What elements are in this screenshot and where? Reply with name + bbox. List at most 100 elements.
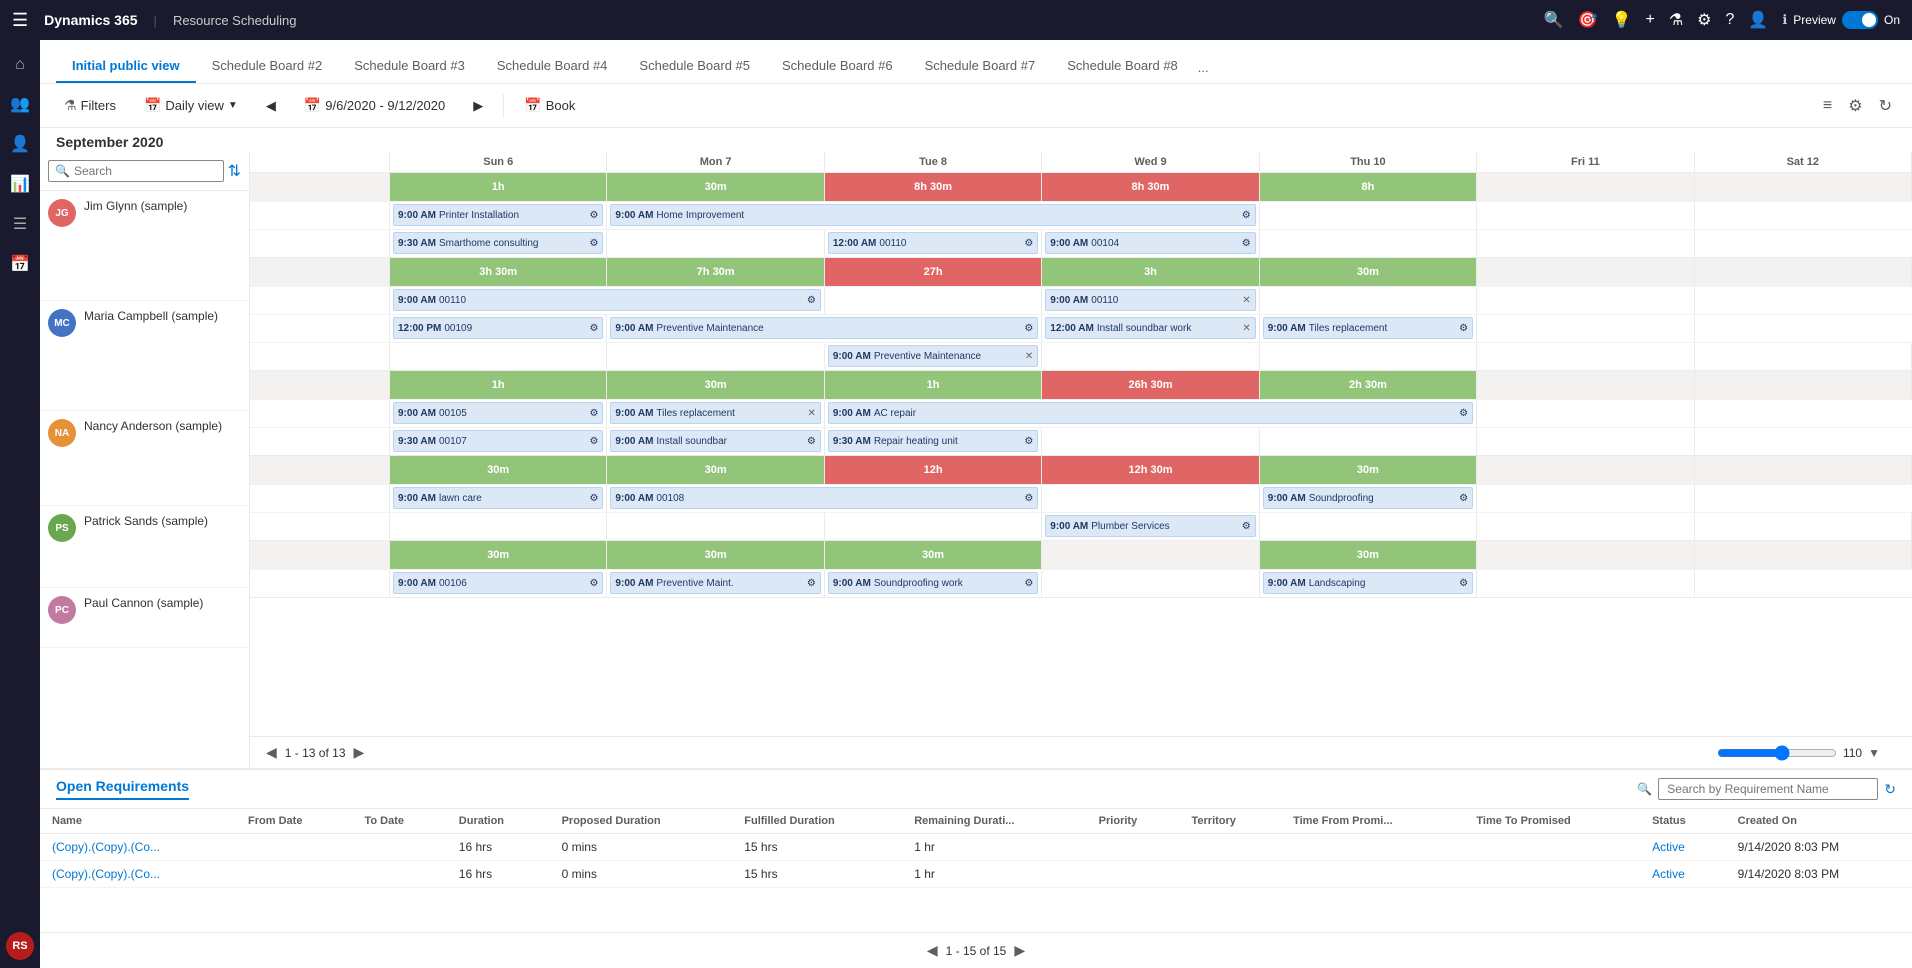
prev-page-btn[interactable]: ◀ (266, 744, 277, 761)
tab-schedule-board-3[interactable]: Schedule Board #3 (338, 50, 481, 83)
req-status-cell: Active (1640, 834, 1726, 861)
jim-00104[interactable]: 9:00 AM00104 ⚙ (1045, 232, 1255, 254)
tab-schedule-board-6[interactable]: Schedule Board #6 (766, 50, 909, 83)
resource-row-nancy[interactable]: NA Nancy Anderson (sample) (40, 411, 249, 506)
bp-next-btn[interactable]: ▶ (1014, 942, 1025, 959)
req-status-link[interactable]: Active (1652, 840, 1685, 854)
close-x-icon-2[interactable]: ✕ (1242, 323, 1250, 334)
patrick-00108[interactable]: 9:00 AM00108 ⚙ (610, 487, 1038, 509)
maria-00110-x[interactable]: 9:00 AM00110 ✕ (1045, 289, 1255, 311)
resource-row-patrick[interactable]: PS Patrick Sands (sample) (40, 506, 249, 588)
hamburger-icon[interactable]: ☰ (12, 10, 28, 31)
nancy-repair-heating[interactable]: 9:30 AMRepair heating unit ⚙ (828, 430, 1038, 452)
close-x-icon-4[interactable]: ✕ (807, 408, 815, 419)
resource-row-paul[interactable]: PC Paul Cannon (sample) (40, 588, 249, 648)
maria-00110-long[interactable]: 9:00 AM00110 ⚙ (393, 289, 821, 311)
daily-view-button[interactable]: 📅 Daily view ▼ (136, 93, 246, 118)
help-icon[interactable]: ? (1726, 11, 1735, 29)
jim-smarthome[interactable]: 9:30 AMSmarthome consulting ⚙ (393, 232, 603, 254)
nancy-ac-repair[interactable]: 9:00 AMAC repair ⚙ (828, 402, 1473, 424)
sidebar-list-icon[interactable]: ☰ (0, 206, 40, 242)
filter-icon[interactable]: ⚗ (1669, 10, 1683, 30)
resource-row-jim[interactable]: JG Jim Glynn (sample) (40, 191, 249, 301)
module-label: Resource Scheduling (173, 13, 297, 28)
jim-home-improvement[interactable]: 9:00 AMHome Improvement ⚙ (610, 204, 1255, 226)
jim-appt-row-2: 9:30 AMSmarthome consulting ⚙ 12:00 AM00… (250, 229, 1912, 257)
sidebar-calendar-icon[interactable]: 📅 (0, 246, 40, 282)
col-time-to: Time To Promised (1464, 809, 1640, 834)
jim-printer-install[interactable]: 9:00 AMPrinter Installation ⚙ (393, 204, 603, 226)
maria-00109[interactable]: 12:00 PM00109 ⚙ (393, 317, 603, 339)
tab-more[interactable]: ... (1194, 52, 1213, 83)
paul-soundproofing[interactable]: 9:00 AMSoundproofing work ⚙ (828, 572, 1038, 594)
appt-icon-m2: ⚙ (589, 323, 598, 334)
nancy-tiles-x[interactable]: 9:00 AMTiles replacement ✕ (610, 402, 820, 424)
tab-schedule-board-4[interactable]: Schedule Board #4 (481, 50, 624, 83)
book-icon: 📅 (524, 97, 541, 114)
close-x-icon-3[interactable]: ✕ (1025, 351, 1033, 362)
req-name-link[interactable]: (Copy).(Copy).(Co... (52, 840, 160, 854)
req-status-link[interactable]: Active (1652, 867, 1685, 881)
search-icon[interactable]: 🔍 (1544, 10, 1564, 30)
refresh-icon[interactable]: ↻ (1875, 92, 1896, 120)
req-search-input[interactable] (1658, 778, 1878, 800)
filters-button[interactable]: ⚗ Filters (56, 93, 124, 118)
close-x-icon[interactable]: ✕ (1242, 295, 1250, 306)
zoom-slider[interactable] (1717, 745, 1837, 761)
preview-switch[interactable] (1842, 11, 1878, 29)
book-button[interactable]: 📅 Book (516, 93, 583, 118)
col-name: Name (40, 809, 236, 834)
tab-initial-public-view[interactable]: Initial public view (56, 50, 196, 83)
paul-00106[interactable]: 9:00 AM00106 ⚙ (393, 572, 603, 594)
plus-icon[interactable]: + (1645, 11, 1654, 29)
tab-schedule-board-5[interactable]: Schedule Board #5 (623, 50, 766, 83)
list-view-icon[interactable]: ≡ (1819, 93, 1836, 119)
filter-toolbar-icon: ⚗ (64, 97, 77, 114)
paul-appt-row-1: 9:00 AM00106 ⚙ 9:00 AMPreventive Maint. … (250, 569, 1912, 597)
resource-row-maria[interactable]: MC Maria Campbell (sample) (40, 301, 249, 411)
bp-prev-btn[interactable]: ◀ (927, 942, 938, 959)
col-from-date: From Date (236, 809, 352, 834)
req-priority-cell (1087, 861, 1180, 888)
nancy-00107[interactable]: 9:30 AM00107 ⚙ (393, 430, 603, 452)
tab-schedule-board-7[interactable]: Schedule Board #7 (909, 50, 1052, 83)
jim-00110[interactable]: 12:00 AM00110 ⚙ (828, 232, 1038, 254)
nancy-soundbar[interactable]: 9:00 AMInstall soundbar ⚙ (610, 430, 820, 452)
patrick-lawn[interactable]: 9:00 AMlawn care ⚙ (393, 487, 603, 509)
user-avatar-bottom[interactable]: RS (6, 932, 34, 960)
next-date-button[interactable]: ▶ (465, 94, 491, 118)
maria-prev-maint[interactable]: 9:00 AMPreventive Maintenance ⚙ (610, 317, 1038, 339)
target-icon[interactable]: 🎯 (1578, 10, 1598, 30)
maria-prev-maint-x[interactable]: 9:00 AMPreventive Maintenance ✕ (828, 345, 1038, 367)
req-refresh-icon[interactable]: ↻ (1884, 781, 1896, 798)
tab-schedule-board-2[interactable]: Schedule Board #2 (196, 50, 339, 83)
sidebar-home-icon[interactable]: ⌂ (0, 48, 40, 82)
maria-tiles[interactable]: 9:00 AMTiles replacement ⚙ (1263, 317, 1473, 339)
sidebar-person-icon[interactable]: 👤 (0, 126, 40, 162)
patrick-plumber[interactable]: 9:00 AMPlumber Services ⚙ (1045, 515, 1255, 537)
patrick-appt-row-1: 9:00 AMlawn care ⚙ 9:00 AM00108 ⚙ (250, 484, 1912, 512)
req-name-link[interactable]: (Copy).(Copy).(Co... (52, 867, 160, 881)
req-name-cell: (Copy).(Copy).(Co... (40, 861, 236, 888)
next-page-btn[interactable]: ▶ (354, 744, 365, 761)
panel-expand-icon[interactable]: ▼ (1868, 746, 1880, 760)
user-icon[interactable]: 👤 (1748, 10, 1768, 30)
paul-landscaping[interactable]: 9:00 AMLandscaping ⚙ (1263, 572, 1473, 594)
sidebar-chart-icon[interactable]: 📊 (0, 166, 40, 202)
paul-prev-maint[interactable]: 9:00 AMPreventive Maint. ⚙ (610, 572, 820, 594)
nancy-00105[interactable]: 9:00 AM00105 ⚙ (393, 402, 603, 424)
patrick-soundproofing[interactable]: 9:00 AMSoundproofing ⚙ (1263, 487, 1473, 509)
settings-view-icon[interactable]: ⚙ (1844, 92, 1866, 120)
req-table-row: (Copy).(Copy).(Co... 16 hrs 0 mins 15 hr… (40, 861, 1912, 888)
appt-icon-m1: ⚙ (807, 295, 816, 306)
sidebar-users-icon[interactable]: 👥 (0, 86, 40, 122)
tab-schedule-board-8[interactable]: Schedule Board #8 (1051, 50, 1194, 83)
sort-icon[interactable]: ⇅ (228, 161, 241, 181)
left-sidebar: ⌂ 👥 👤 📊 ☰ 📅 RS (0, 40, 40, 968)
settings-icon[interactable]: ⚙ (1697, 10, 1711, 30)
prev-date-button[interactable]: ◀ (258, 94, 284, 118)
maria-soundbar[interactable]: 12:00 AMInstall soundbar work ✕ (1045, 317, 1255, 339)
date-range-display[interactable]: 📅 9/6/2020 - 9/12/2020 (296, 93, 453, 118)
bulb-icon[interactable]: 💡 (1612, 10, 1632, 30)
search-input[interactable] (74, 164, 217, 178)
